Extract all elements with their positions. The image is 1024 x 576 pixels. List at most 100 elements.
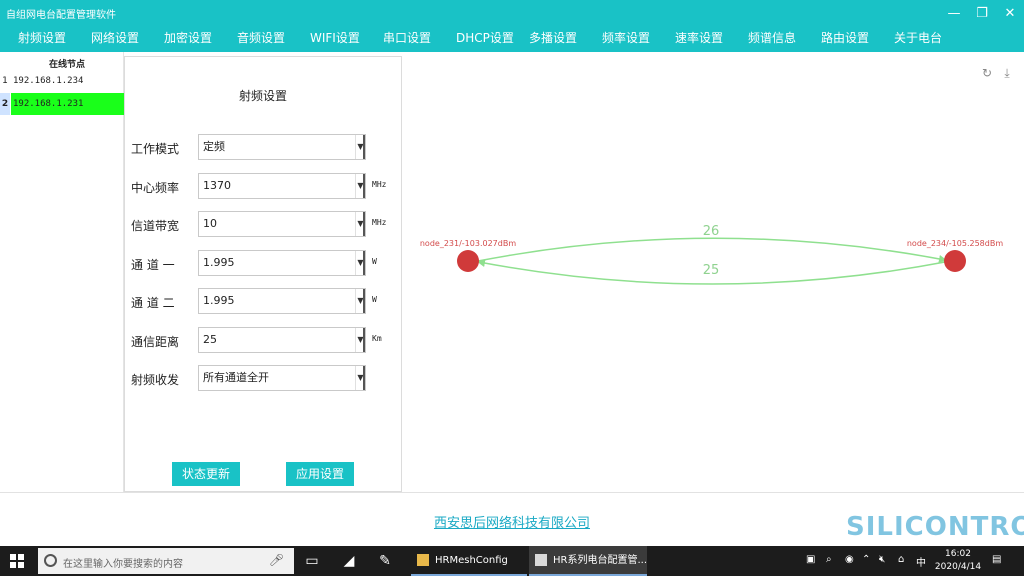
- siliecontrol-watermark: SILICONTROL: [846, 512, 1024, 542]
- online-node-list: 在线节点 1 192.168.1.234 2 192.168.1.231: [0, 52, 124, 492]
- node-231-label: node_231/-103.027dBm: [420, 239, 516, 248]
- topology-view: ↻ ⤓ 26 25 node_231/-103.027dBm node_234/…: [403, 56, 1024, 492]
- tray-search-icon[interactable]: ⌕: [826, 554, 832, 565]
- pinned-app-icon[interactable]: ◢: [340, 552, 358, 570]
- field-label: 射频收发: [131, 373, 180, 387]
- taskbar-app-label: HRMeshConfig: [435, 555, 508, 566]
- select-value: 25: [203, 333, 217, 346]
- menu-audio-settings[interactable]: 音频设置: [237, 29, 285, 46]
- dropdown-arrow-icon[interactable]: ▼: [355, 174, 365, 198]
- tray-app-icon[interactable]: ▣: [806, 554, 815, 565]
- taskbar-app-label: HR系列电台配置管...: [553, 555, 648, 566]
- folder-icon: [417, 554, 429, 566]
- select-value: 1.995: [203, 256, 235, 269]
- taskbar-app-hr-config[interactable]: HR系列电台配置管...: [529, 546, 647, 576]
- dropdown-arrow-icon[interactable]: ▼: [355, 366, 365, 390]
- taskbar-search-box[interactable]: 在这里输入你要搜索的内容 🎤︎: [38, 548, 294, 574]
- apply-settings-button[interactable]: 应用设置: [286, 462, 354, 486]
- menu-network-settings[interactable]: 网络设置: [91, 29, 139, 46]
- clock-date: 2020/4/14: [934, 562, 982, 572]
- field-channel-one: 通 道 一 1.995 ▼ W: [125, 250, 401, 276]
- tray-up-arrow-icon[interactable]: ⌃: [862, 554, 870, 565]
- status-update-button[interactable]: 状态更新: [172, 462, 240, 486]
- menu-multicast-settings[interactable]: 多播设置: [529, 29, 577, 46]
- dropdown-arrow-icon[interactable]: ▼: [355, 135, 365, 159]
- select-value: 所有通道全开: [203, 371, 269, 384]
- center-frequency-select[interactable]: 1370 ▼: [198, 173, 366, 199]
- menu-spectrum-info[interactable]: 频谱信息: [748, 29, 796, 46]
- rf-txrx-select[interactable]: 所有通道全开 ▼: [198, 365, 366, 391]
- tray-browser-icon[interactable]: ◉: [845, 554, 854, 565]
- menu-encryption-settings[interactable]: 加密设置: [164, 29, 212, 46]
- channel-two-power-select[interactable]: 1.995 ▼: [198, 288, 366, 314]
- topology-graph: 26 25 node_231/-103.027dBm node_234/-105…: [420, 224, 1003, 285]
- close-button[interactable]: ✕: [1000, 5, 1020, 23]
- field-label: 中心频率: [131, 181, 180, 195]
- comm-distance-select[interactable]: 25 ▼: [198, 327, 366, 353]
- channel-bandwidth-select[interactable]: 10 ▼: [198, 211, 366, 237]
- dropdown-arrow-icon[interactable]: ▼: [355, 328, 365, 352]
- node-234-label: node_234/-105.258dBm: [907, 239, 1003, 248]
- restore-button[interactable]: ❐: [972, 5, 992, 23]
- node-list-header: 在线节点: [48, 60, 85, 70]
- minimize-button[interactable]: —: [944, 5, 964, 23]
- node-231-circle[interactable]: [457, 250, 479, 272]
- field-unit: Km: [372, 334, 382, 343]
- field-label: 通 道 一: [131, 258, 175, 272]
- node-row-number: 2: [0, 93, 10, 115]
- menu-about-radio[interactable]: 关于电台: [894, 29, 942, 46]
- app-window-icon: [535, 554, 547, 566]
- tray-volume-muted-icon[interactable]: 🔇︎: [879, 554, 885, 565]
- window-title: 自组网电台配置管理软件: [6, 10, 116, 21]
- pinned-tool-icon[interactable]: ✎: [376, 552, 394, 570]
- main-menu: 射频设置 网络设置 加密设置 音频设置 WIFI设置 串口设置 DHCP设置 多…: [0, 24, 1024, 52]
- select-value: 1.995: [203, 294, 235, 307]
- taskbar-app-hrmeshconfig[interactable]: HRMeshConfig: [411, 546, 527, 576]
- menu-serial-settings[interactable]: 串口设置: [383, 29, 431, 46]
- field-rf-txrx: 射频收发 所有通道全开 ▼: [125, 365, 401, 391]
- tray-network-icon[interactable]: ⌂: [898, 554, 904, 565]
- node-row-2[interactable]: 2 192.168.1.231: [0, 93, 124, 115]
- node-row-ip: 192.168.1.231: [11, 93, 124, 115]
- windows-taskbar: 在这里输入你要搜索的内容 🎤︎ ▭ ◢ ✎ HRMeshConfig HR系列电…: [0, 546, 1024, 576]
- node-234-circle[interactable]: [944, 250, 966, 272]
- dropdown-arrow-icon[interactable]: ▼: [355, 212, 365, 236]
- app-title-bar: 自组网电台配置管理软件 — ❐ ✕ 射频设置 网络设置 加密设置 音频设置 WI…: [0, 0, 1024, 52]
- dropdown-arrow-icon[interactable]: ▼: [355, 289, 365, 313]
- work-mode-select[interactable]: 定频 ▼: [198, 134, 366, 160]
- menu-rf-settings[interactable]: 射频设置: [18, 29, 66, 46]
- menu-frequency-settings[interactable]: 频率设置: [602, 29, 650, 46]
- field-unit: W: [372, 295, 377, 304]
- link-top-value: 26: [703, 224, 720, 239]
- microphone-icon[interactable]: 🎤︎: [269, 553, 284, 567]
- task-view-icon[interactable]: ▭: [303, 552, 321, 570]
- dropdown-arrow-icon[interactable]: ▼: [355, 251, 365, 275]
- clock-time: 16:02: [945, 549, 971, 559]
- panel-title: 射频设置: [238, 89, 287, 103]
- field-channel-bandwidth: 信道带宽 10 ▼ MHz: [125, 211, 401, 237]
- select-value: 10: [203, 217, 217, 230]
- link-231-to-234: [477, 237, 947, 263]
- ime-indicator[interactable]: 中: [916, 554, 926, 569]
- windows-start-icon[interactable]: [10, 554, 24, 568]
- field-unit: W: [372, 257, 377, 266]
- cortana-icon: [44, 554, 57, 567]
- field-label: 工作模式: [131, 142, 180, 156]
- menu-dhcp-settings[interactable]: DHCP设置: [456, 29, 514, 46]
- rf-settings-panel: 射频设置 工作模式 定频 ▼ 中心频率 1370 ▼ MHz 信道带宽 10 ▼…: [124, 56, 402, 492]
- menu-routing-settings[interactable]: 路由设置: [821, 29, 869, 46]
- select-value: 1370: [203, 179, 231, 192]
- select-value: 定频: [203, 140, 225, 153]
- node-row-1[interactable]: 1 192.168.1.234: [0, 70, 124, 92]
- channel-one-power-select[interactable]: 1.995 ▼: [198, 250, 366, 276]
- notification-icon[interactable]: ▤: [992, 554, 1001, 565]
- footer-divider: [0, 492, 1024, 493]
- field-unit: MHz: [372, 218, 387, 227]
- field-comm-distance: 通信距离 25 ▼ Km: [125, 327, 401, 353]
- taskbar-clock[interactable]: 16:02 2020/4/14: [932, 548, 984, 574]
- field-label: 通信距离: [131, 335, 180, 349]
- search-placeholder: 在这里输入你要搜索的内容: [63, 559, 183, 570]
- field-label: 通 道 二: [131, 296, 175, 310]
- menu-wifi-settings[interactable]: WIFI设置: [310, 29, 360, 46]
- menu-rate-settings[interactable]: 速率设置: [675, 29, 723, 46]
